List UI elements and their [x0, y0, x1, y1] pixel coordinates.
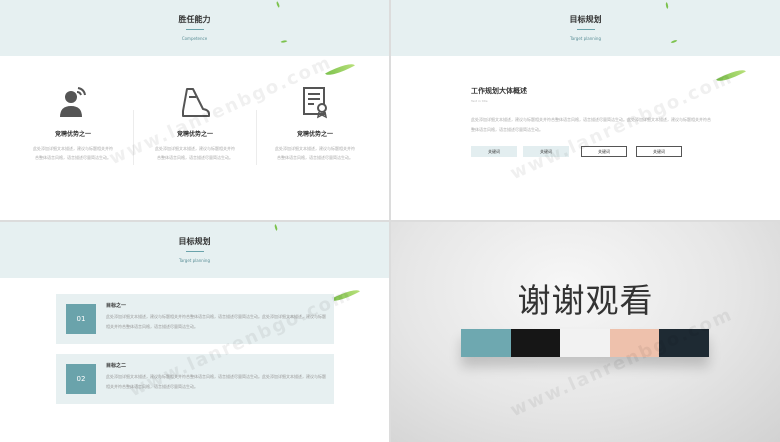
goal-card: 02 目标之二 此处添加详细文本描述，建议与标题相关并符合整体语言风格，语言描述… — [56, 354, 334, 404]
title-underline — [185, 251, 204, 252]
goal-desc: 此处添加详细文本描述，建议与标题相关并符合整体语言风格，语言描述尽量简洁生动。此… — [106, 314, 326, 329]
slide-grid: 胜任能力 Competence 竞聘优势之一 此处添加详细文本描述，建议与标题相… — [0, 0, 780, 442]
color-swatch — [609, 329, 659, 357]
slide-thanks[interactable]: 谢谢观看 www.lanrenbgo.com — [391, 222, 780, 442]
goal-title: 目标之二 — [106, 363, 127, 369]
goal-card: 01 目标之一 此处添加详细文本描述，建议与标题相关并符合整体语言风格，语言描述… — [56, 294, 334, 344]
slide-subtitle: Competence — [181, 36, 208, 41]
header-band — [391, 0, 780, 56]
keyword-tag[interactable]: 关键词 — [523, 146, 569, 157]
feature-title: 竞聘优势之一 — [296, 131, 333, 138]
keyword-tag[interactable]: 关键词 — [581, 146, 627, 157]
slide-target-overview[interactable]: 目标规划 Target planning 工作规划大体概述 Text in ti… — [391, 0, 780, 220]
person-signal-icon — [60, 87, 86, 117]
slide-title: 目标规划 — [178, 237, 211, 246]
section-body: 此处添加详细文本描述，建议与标题相关并符合整体语言风格，语言描述尽量简洁生动。此… — [471, 117, 711, 132]
feature-desc: 此处添加详细文本描述，建议与标题相关并符合整体语言风格，语言描述尽量简洁生动。 — [33, 146, 113, 160]
slide-title: 胜任能力 — [178, 15, 211, 24]
leaf-decoration — [325, 59, 355, 80]
goal-number: 02 — [66, 364, 96, 394]
keyword-tag[interactable]: 关键词 — [471, 146, 517, 157]
feature-title: 竞聘优势之一 — [176, 131, 213, 138]
goal-title: 目标之一 — [106, 303, 127, 309]
slide-subtitle: Target planning — [569, 36, 601, 41]
goal-desc: 此处添加详细文本描述，建议与标题相关并符合整体语言风格，语言描述尽量简洁生动。此… — [106, 374, 326, 389]
slide-subtitle: Target planning — [178, 258, 210, 263]
slide-title: 目标规划 — [569, 15, 602, 24]
feature-desc: 此处添加详细文本描述，建议与标题相关并符合整体语言风格，语言描述尽量简洁生动。 — [155, 146, 235, 160]
color-swatch — [510, 329, 560, 357]
feature-item: 竞聘优势之一 此处添加详细文本描述，建议与标题相关并符合整体语言风格，语言描述尽… — [18, 85, 128, 162]
color-swatch — [560, 329, 610, 357]
feature-desc: 此处添加详细文本描述，建议与标题相关并符合整体语言风格，语言描述尽量简洁生动。 — [275, 146, 355, 160]
header-band — [0, 222, 389, 278]
title-underline — [185, 29, 204, 30]
feature-item: 竞聘优势之一 此处添加详细文本描述，建议与标题相关并符合整体语言风格，语言描述尽… — [260, 85, 370, 162]
divider — [133, 110, 134, 165]
section-subtitle: Text in title — [471, 99, 488, 103]
leaf-decoration — [330, 285, 360, 306]
divider — [256, 110, 257, 165]
thanks-title: 谢谢观看 — [517, 281, 654, 320]
feature-title: 竞聘优势之一 — [54, 131, 91, 138]
header-band — [0, 0, 389, 56]
slide-target-goals[interactable]: 目标规划 Target planning 01 目标之一 此处添加详细文本描述，… — [0, 222, 389, 442]
section-title: 工作规划大体概述 — [471, 87, 527, 95]
title-underline — [576, 29, 595, 30]
slide-competence[interactable]: 胜任能力 Competence 竞聘优势之一 此处添加详细文本描述，建议与标题相… — [0, 0, 389, 220]
color-swatch — [461, 329, 511, 357]
color-swatch-bar — [461, 329, 709, 357]
color-swatch — [659, 329, 709, 357]
shoe-icon — [182, 88, 210, 117]
certificate-icon — [303, 87, 328, 119]
leaf-decoration — [716, 65, 746, 86]
goal-number: 01 — [66, 304, 96, 334]
feature-item: 竞聘优势之一 此处添加详细文本描述，建议与标题相关并符合整体语言风格，语言描述尽… — [140, 85, 250, 162]
keyword-tag[interactable]: 关键词 — [636, 146, 682, 157]
